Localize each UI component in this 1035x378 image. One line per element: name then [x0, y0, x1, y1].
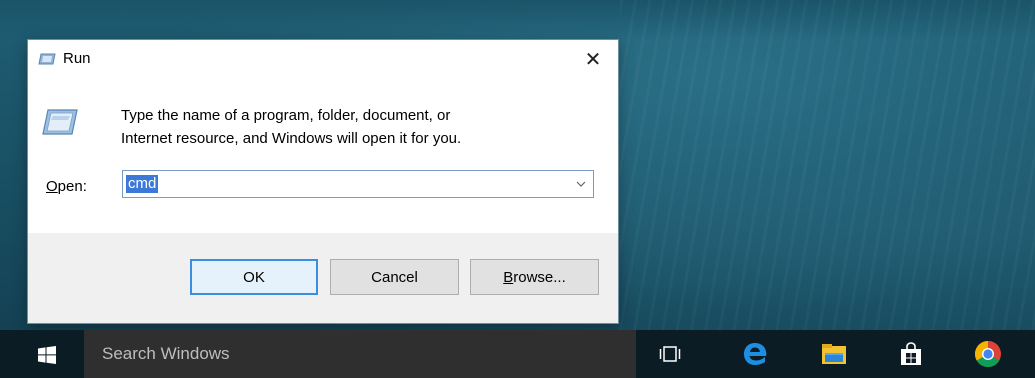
- chrome-button[interactable]: [972, 338, 1004, 370]
- chevron-down-glyph: [576, 181, 586, 187]
- task-view-button[interactable]: [654, 338, 686, 370]
- run-dialog: Run ✕ Type the name of a program, folder…: [28, 40, 618, 323]
- windows-logo-icon: [38, 346, 56, 364]
- taskbar-search-box[interactable]: Search Windows: [84, 330, 636, 378]
- button-area: OK Cancel Browse...: [28, 233, 618, 323]
- description-line-2: Internet resource, and Windows will open…: [121, 130, 462, 147]
- open-input-value[interactable]: cmd: [126, 175, 159, 193]
- file-explorer-icon: [822, 344, 846, 364]
- browse-label-rest: rowse...: [513, 268, 566, 286]
- description-line-1: Type the name of a program, folder, docu…: [121, 107, 451, 124]
- run-dialog-title: Run: [63, 50, 91, 67]
- run-dialog-titlebar[interactable]: Run ✕: [28, 40, 618, 78]
- chrome-icon: [974, 340, 1001, 368]
- taskbar: Search Windows: [0, 330, 1035, 378]
- start-button[interactable]: [22, 340, 72, 370]
- run-program-icon: [42, 109, 78, 135]
- open-label-accelerator: O: [46, 178, 58, 195]
- cancel-button-label: Cancel: [371, 268, 418, 286]
- browse-button[interactable]: Browse...: [470, 259, 599, 295]
- store-button[interactable]: [895, 338, 927, 370]
- close-button[interactable]: ✕: [573, 44, 613, 74]
- run-icon: [38, 53, 56, 65]
- open-label-rest: pen:: [57, 178, 87, 195]
- chevron-down-icon[interactable]: [573, 175, 589, 193]
- edge-button[interactable]: [739, 338, 771, 370]
- file-explorer-button[interactable]: [818, 338, 850, 370]
- open-label: Open:: [46, 178, 87, 195]
- ok-button[interactable]: OK: [190, 259, 318, 295]
- run-description: Type the name of a program, folder, docu…: [121, 104, 591, 150]
- task-view-icon: [659, 346, 681, 362]
- edge-icon: [744, 343, 767, 365]
- store-icon: [901, 342, 921, 365]
- open-combobox[interactable]: cmd: [122, 170, 594, 198]
- cancel-button[interactable]: Cancel: [330, 259, 459, 295]
- browse-label-accelerator: B: [503, 268, 514, 286]
- desktop-wallpaper-streaks: [620, 0, 1035, 330]
- close-icon: ✕: [584, 48, 602, 71]
- search-placeholder: Search Windows: [102, 344, 230, 363]
- ok-button-label: OK: [243, 268, 265, 286]
